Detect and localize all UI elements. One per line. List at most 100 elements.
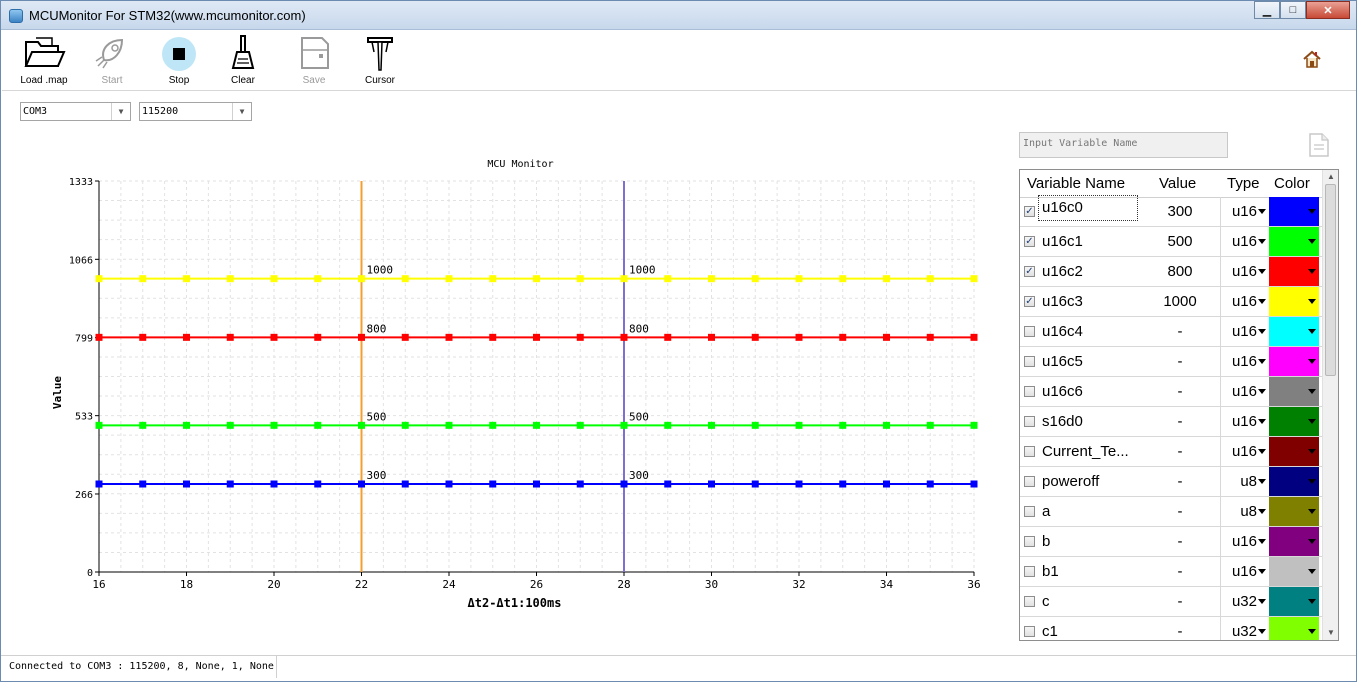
chevron-down-icon[interactable] [1258, 299, 1266, 304]
start-button[interactable]: Start [84, 32, 140, 88]
chevron-down-icon[interactable] [1258, 419, 1266, 424]
row-color-select[interactable] [1269, 497, 1319, 526]
scroll-thumb[interactable] [1325, 184, 1336, 376]
row-color-select[interactable] [1269, 347, 1319, 376]
row-checkbox[interactable] [1024, 476, 1035, 487]
chevron-down-icon[interactable] [1258, 509, 1266, 514]
table-row[interactable]: c - u32 [1020, 587, 1322, 617]
scroll-up-icon[interactable]: ▲ [1323, 170, 1338, 184]
chevron-down-icon[interactable]: ▼ [232, 103, 251, 120]
table-row[interactable]: a - u8 [1020, 497, 1322, 527]
chevron-down-icon[interactable] [1258, 209, 1266, 214]
chevron-down-icon[interactable] [1308, 419, 1316, 424]
table-row[interactable]: ✓ u16c0 300 u16 [1020, 195, 1322, 227]
row-color-select[interactable] [1269, 197, 1319, 226]
row-type-select[interactable]: u32 [1220, 587, 1269, 616]
home-button[interactable] [1302, 50, 1322, 73]
table-row[interactable]: u16c6 - u16 [1020, 377, 1322, 407]
row-checkbox[interactable] [1024, 356, 1035, 367]
table-row[interactable]: c1 - u32 [1020, 617, 1322, 640]
chevron-down-icon[interactable] [1308, 599, 1316, 604]
table-row[interactable]: ✓ u16c2 800 u16 [1020, 257, 1322, 287]
row-checkbox[interactable]: ✓ [1024, 296, 1035, 307]
chevron-down-icon[interactable] [1258, 329, 1266, 334]
row-checkbox[interactable]: ✓ [1024, 266, 1035, 277]
close-button[interactable]: ✕ [1306, 1, 1350, 19]
chevron-down-icon[interactable] [1308, 359, 1316, 364]
row-checkbox[interactable]: ✓ [1024, 206, 1035, 217]
row-color-select[interactable] [1269, 437, 1319, 466]
chevron-down-icon[interactable] [1258, 269, 1266, 274]
chevron-down-icon[interactable] [1258, 629, 1266, 634]
document-icon[interactable] [1307, 132, 1331, 163]
chevron-down-icon[interactable] [1258, 389, 1266, 394]
row-checkbox[interactable]: ✓ [1024, 236, 1035, 247]
clear-button[interactable]: Clear [215, 32, 271, 88]
row-checkbox[interactable] [1024, 626, 1035, 637]
chevron-down-icon[interactable] [1308, 299, 1316, 304]
header-color[interactable]: Color [1274, 175, 1310, 192]
row-type-select[interactable]: u16 [1220, 527, 1269, 556]
chevron-down-icon[interactable] [1258, 449, 1266, 454]
scroll-down-icon[interactable]: ▼ [1323, 626, 1338, 640]
row-type-select[interactable]: u16 [1220, 377, 1269, 406]
table-row[interactable]: u16c4 - u16 [1020, 317, 1322, 347]
row-type-select[interactable]: u16 [1220, 557, 1269, 586]
row-type-select[interactable]: u8 [1220, 497, 1269, 526]
port-select[interactable]: COM3 ▼ [20, 102, 131, 121]
row-type-select[interactable]: u16 [1220, 437, 1269, 466]
row-color-select[interactable] [1269, 587, 1319, 616]
row-type-select[interactable]: u16 [1220, 287, 1269, 316]
chevron-down-icon[interactable] [1258, 359, 1266, 364]
maximize-button[interactable]: □ [1280, 1, 1306, 19]
table-row[interactable]: u16c5 - u16 [1020, 347, 1322, 377]
row-checkbox[interactable] [1024, 326, 1035, 337]
row-color-select[interactable] [1269, 407, 1319, 436]
row-color-select[interactable] [1269, 527, 1319, 556]
row-color-select[interactable] [1269, 467, 1319, 496]
row-color-select[interactable] [1269, 287, 1319, 316]
row-color-select[interactable] [1269, 317, 1319, 346]
table-row[interactable]: ✓ u16c3 1000 u16 [1020, 287, 1322, 317]
header-variable-name[interactable]: Variable Name [1027, 175, 1125, 192]
variable-search-input[interactable]: Input Variable Name [1019, 132, 1228, 158]
load-map-button[interactable]: Load .map [16, 32, 72, 88]
row-type-select[interactable]: u32 [1220, 617, 1269, 640]
row-checkbox[interactable] [1024, 566, 1035, 577]
row-type-select[interactable]: u16 [1220, 347, 1269, 376]
title-bar[interactable]: MCUMonitor For STM32(www.mcumonitor.com)… [1, 1, 1356, 30]
chevron-down-icon[interactable] [1308, 509, 1316, 514]
row-type-select[interactable]: u16 [1220, 197, 1269, 226]
chevron-down-icon[interactable] [1308, 389, 1316, 394]
table-row[interactable]: b1 - u16 [1020, 557, 1322, 587]
row-color-select[interactable] [1269, 227, 1319, 256]
chevron-down-icon[interactable] [1258, 599, 1266, 604]
chevron-down-icon[interactable] [1308, 329, 1316, 334]
row-checkbox[interactable] [1024, 506, 1035, 517]
row-color-select[interactable] [1269, 377, 1319, 406]
row-checkbox[interactable] [1024, 416, 1035, 427]
table-scrollbar[interactable]: ▲ ▼ [1322, 170, 1338, 640]
stop-button[interactable]: Stop [151, 32, 207, 88]
chevron-down-icon[interactable]: ▼ [111, 103, 130, 120]
header-value[interactable]: Value [1159, 175, 1196, 192]
chevron-down-icon[interactable] [1308, 209, 1316, 214]
save-button[interactable]: Save [286, 32, 342, 88]
table-row[interactable]: s16d0 - u16 [1020, 407, 1322, 437]
header-type[interactable]: Type [1227, 175, 1260, 192]
row-type-select[interactable]: u16 [1220, 257, 1269, 286]
chevron-down-icon[interactable] [1308, 479, 1316, 484]
chevron-down-icon[interactable] [1308, 269, 1316, 274]
row-checkbox[interactable] [1024, 536, 1035, 547]
row-type-select[interactable]: u16 [1220, 227, 1269, 256]
chevron-down-icon[interactable] [1308, 539, 1316, 544]
row-checkbox[interactable] [1024, 386, 1035, 397]
row-type-select[interactable]: u16 [1220, 317, 1269, 346]
chevron-down-icon[interactable] [1258, 479, 1266, 484]
row-color-select[interactable] [1269, 257, 1319, 286]
chevron-down-icon[interactable] [1258, 569, 1266, 574]
row-color-select[interactable] [1269, 557, 1319, 586]
row-color-select[interactable] [1269, 617, 1319, 640]
chevron-down-icon[interactable] [1258, 239, 1266, 244]
minimize-button[interactable]: ▁ [1254, 1, 1280, 19]
